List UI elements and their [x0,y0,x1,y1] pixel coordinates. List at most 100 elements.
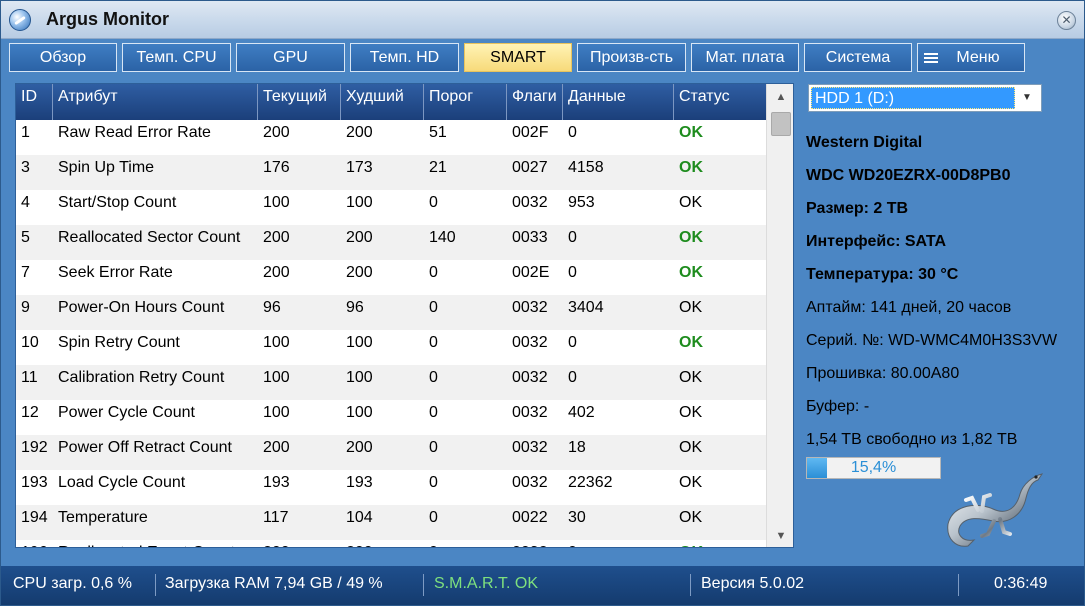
cell-current: 100 [263,404,290,421]
cell-attribute: Spin Up Time [58,159,155,176]
table-row[interactable]: 193 Load Cycle Count 193 193 0 0032 22362 OK [16,470,766,505]
cell-flags: 0032 [512,194,548,211]
tab-performance[interactable]: Произв-сть [577,43,686,72]
col-header-id[interactable]: ID [16,84,53,120]
cell-current: 117 [263,509,289,526]
col-header-status[interactable]: Статус [674,84,766,120]
cell-worst: 96 [346,299,364,316]
cell-data: 953 [568,194,595,211]
cell-current: 200 [263,229,290,246]
tab-smart[interactable]: SMART [464,43,572,72]
cell-id: 192 [21,439,48,456]
close-button[interactable]: ✕ [1057,11,1076,30]
cell-id: 10 [21,334,39,351]
col-header-current[interactable]: Текущий [258,84,341,120]
table-scrollbar[interactable]: ▲ ▼ [766,84,793,547]
tab-overview[interactable]: Обзор [9,43,117,72]
cell-worst: 100 [346,334,373,351]
status-divider [423,574,424,596]
cell-flags: 0032 [507,540,548,547]
tab-hd-temp[interactable]: Темп. HD [350,43,459,72]
drive-temperature: Температура: 30 °C [806,266,959,283]
cell-worst: 200 [346,124,373,141]
cell-current: 100 [263,369,290,386]
cell-attribute: Power Off Retract Count [58,439,232,456]
cell-attribute: Seek Error Rate [58,264,173,281]
table-row[interactable]: 192 Power Off Retract Count 200 200 0 0032 18 O… [16,435,766,470]
col-header-threshold[interactable]: Порог [424,84,507,120]
table-row[interactable]: 1 Raw Read Error Rate 200 200 51 002F 0 OK [16,120,766,155]
col-header-flags[interactable]: Флаги [507,84,563,120]
cell-data: 402 [568,404,595,421]
drive-size: Размер: 2 TB [806,200,909,217]
cell-flags: 0032 [512,369,548,386]
cell-flags: 0022 [512,509,548,526]
window-title: Argus Monitor [46,9,169,29]
drive-select-value: HDD 1 (D:) [811,87,1015,109]
table-row[interactable]: 194 Temperature 117 104 0 0022 30 OK [16,505,766,540]
scroll-down-icon[interactable]: ▼ [767,525,793,547]
cell-threshold: 51 [429,124,447,141]
col-header-worst[interactable]: Худший [341,84,424,120]
cell-id: 1 [21,124,30,141]
table-row[interactable]: 9 Power-On Hours Count 96 96 0 0032 3404 OK [16,295,766,330]
cell-threshold: 0 [429,194,438,211]
cell-data: 4158 [568,159,604,176]
cell-threshold: 0 [429,474,438,491]
cell-current: 200 [263,439,290,456]
tab-motherboard[interactable]: Мат. плата [691,43,799,72]
cell-worst: 200 [346,264,373,281]
cell-threshold: 0 [429,509,438,526]
cell-attribute: Power Cycle Count [58,404,195,421]
cell-status: OK [679,474,703,491]
drive-info-panel: HDD 1 (D:) ▼ Western Digital WDC WD20EZR… [798,79,1080,549]
cell-current: 100 [263,194,290,211]
cell-worst: 200 [346,229,373,246]
table-row[interactable]: 3 Spin Up Time 176 173 21 0027 4158 OK [16,155,766,190]
scroll-thumb[interactable] [771,112,791,136]
cell-threshold: 0 [429,439,438,456]
cell-attribute: Reallocated Sector Count [58,229,241,246]
cell-data: 30 [568,509,586,526]
cell-current: 100 [263,334,290,351]
tab-gpu[interactable]: GPU [236,43,345,72]
cell-worst: 193 [346,474,373,491]
tab-menu[interactable]: Меню [917,43,1025,72]
scroll-up-icon[interactable]: ▲ [767,86,793,108]
cell-id: 3 [21,159,30,176]
cell-status: OK [679,404,703,421]
cell-flags: 002E [512,264,550,281]
cell-current: 176 [263,159,290,176]
cell-status: OK [679,334,703,351]
cell-status: OK [679,509,703,526]
cell-current: 200 [258,540,290,547]
cell-data: 0 [568,124,577,141]
tab-bar: Обзор Темп. CPU GPU Темп. HD SMART Произ… [9,43,1079,73]
title-bar: Argus Monitor ✕ [1,1,1084,39]
disk-usage-bar: 15,4% [806,457,941,479]
table-row[interactable]: 5 Reallocated Sector Count 200 200 140 0033 0 O… [16,225,766,260]
tab-cpu-temp[interactable]: Темп. CPU [122,43,231,72]
cell-attribute: Spin Retry Count [58,334,180,351]
cell-threshold: 0 [429,334,438,351]
table-row[interactable]: 4 Start/Stop Count 100 100 0 0032 953 OK [16,190,766,225]
status-divider [690,574,691,596]
table-row[interactable]: 196 Reallocated Event Count 200 200 0 0032 0 OK [16,540,766,547]
chevron-down-icon[interactable]: ▼ [1016,87,1038,109]
status-divider [155,574,156,596]
cell-status: OK [679,159,703,176]
drive-select[interactable]: HDD 1 (D:) ▼ [808,84,1042,112]
table-row[interactable]: 12 Power Cycle Count 100 100 0 0032 402 OK [16,400,766,435]
table-row[interactable]: 7 Seek Error Rate 200 200 0 002E 0 OK [16,260,766,295]
cell-attribute: Temperature [58,509,148,526]
cell-data: 0 [563,540,577,547]
table-row[interactable]: 11 Calibration Retry Count 100 100 0 0032 0 OK [16,365,766,400]
cell-id: 193 [21,474,48,491]
col-header-attribute[interactable]: Атрибут [53,84,258,120]
col-header-data[interactable]: Данные [563,84,674,120]
table-row[interactable]: 10 Spin Retry Count 100 100 0 0032 0 OK [16,330,766,365]
menu-icon [924,53,938,63]
cell-status: OK [674,540,703,547]
tab-system[interactable]: Система [804,43,912,72]
smart-table: ID Атрибут Текущий Худший Порог Флаги Да… [15,83,794,548]
